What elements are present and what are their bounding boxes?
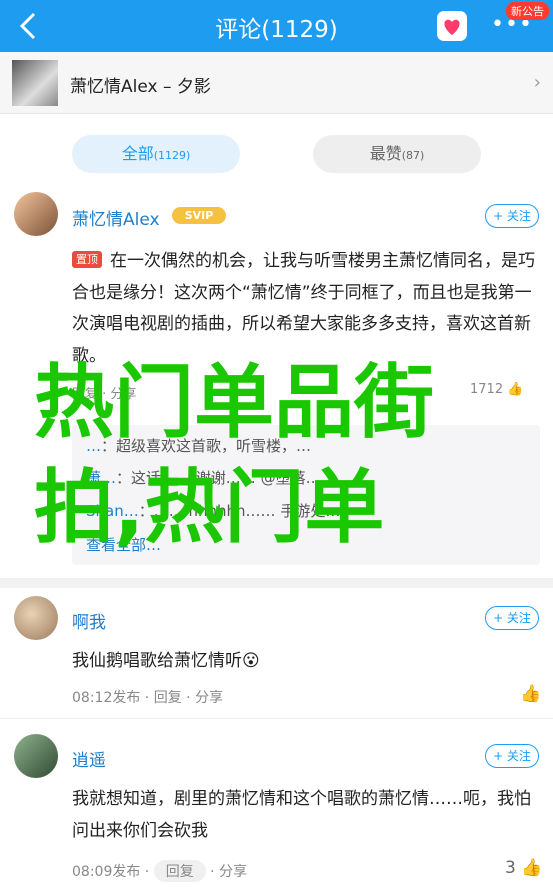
like-button[interactable]: 3 👍	[505, 858, 542, 878]
pinned-badge: 置顶	[72, 251, 102, 268]
comment-user[interactable]: 啊我	[72, 608, 106, 633]
like-count[interactable]: 1712 👍	[470, 382, 523, 397]
chevron-right-icon: ›	[533, 72, 541, 93]
comment-time: 08:12发布	[72, 690, 141, 706]
avatar[interactable]	[14, 192, 58, 236]
overlay-text-line2: 拍,热门单	[34, 461, 385, 554]
share-button[interactable]: 分享	[195, 690, 223, 706]
heart-icon	[444, 19, 460, 35]
favorite-button[interactable]	[437, 11, 467, 41]
comment-meta: 08:09发布 · 回复 · 分享	[72, 860, 247, 882]
follow-button[interactable]: + 关注	[485, 744, 539, 768]
tab-all[interactable]: 全部(1129)	[72, 135, 240, 173]
reply-button[interactable]: 回复	[153, 860, 206, 882]
divider	[0, 718, 553, 719]
song-title: 萧忆情Alex – 夕影	[70, 77, 211, 97]
comment-text: 置顶 在一次偶然的机会，让我与听雪楼男主萧忆情同名，是巧合也是缘分！这次两个“萧忆…	[72, 246, 542, 372]
svip-badge: SVIP	[172, 207, 226, 224]
thumb-up-icon[interactable]: 👍	[520, 684, 541, 704]
divider	[0, 578, 553, 588]
song-thumbnail	[12, 60, 58, 106]
follow-button[interactable]: + 关注	[485, 204, 539, 228]
song-link[interactable]: 萧忆情Alex – 夕影 ›	[0, 52, 553, 114]
reply-button[interactable]: 回复	[154, 690, 182, 706]
avatar[interactable]	[14, 734, 58, 778]
comment-user[interactable]: 逍遥	[72, 746, 106, 771]
comment-meta: 08:12发布 · 回复 · 分享	[72, 690, 224, 706]
overlay-text-line1: 热门单品街	[34, 356, 434, 449]
comment-time: 08:09发布	[72, 864, 141, 880]
comment-text: 我仙鹅唱歌给萧忆情听😮	[72, 651, 260, 671]
tab-hot-count: (87)	[401, 149, 425, 162]
share-button[interactable]: 分享	[219, 864, 247, 880]
comment-user[interactable]: 萧忆情Alex	[72, 205, 160, 230]
top-bar: 评论(1129) ••• 新公告	[0, 0, 553, 52]
comment-body: 在一次偶然的机会，让我与听雪楼男主萧忆情同名，是巧合也是缘分！这次两个“萧忆情”…	[72, 251, 535, 366]
thumb-up-icon: 👍	[521, 858, 543, 878]
tab-all-label: 全部	[121, 144, 154, 163]
tab-hot[interactable]: 最赞(87)	[313, 135, 481, 173]
comment-text: 我就想知道，剧里的萧忆情和这个唱歌的萧忆情……呃，我怕问出来你们会砍我	[72, 789, 531, 841]
notice-badge[interactable]: 新公告	[506, 2, 549, 20]
follow-button[interactable]: + 关注	[485, 606, 539, 630]
avatar[interactable]	[14, 596, 58, 640]
tab-all-count: (1129)	[153, 149, 191, 162]
like-count-value: 1712	[470, 382, 504, 397]
thumb-up-icon: 👍	[507, 382, 524, 397]
tab-hot-label: 最赞	[369, 144, 402, 163]
page-title: 评论(1129)	[215, 17, 338, 43]
like-count-value: 3	[505, 858, 516, 878]
